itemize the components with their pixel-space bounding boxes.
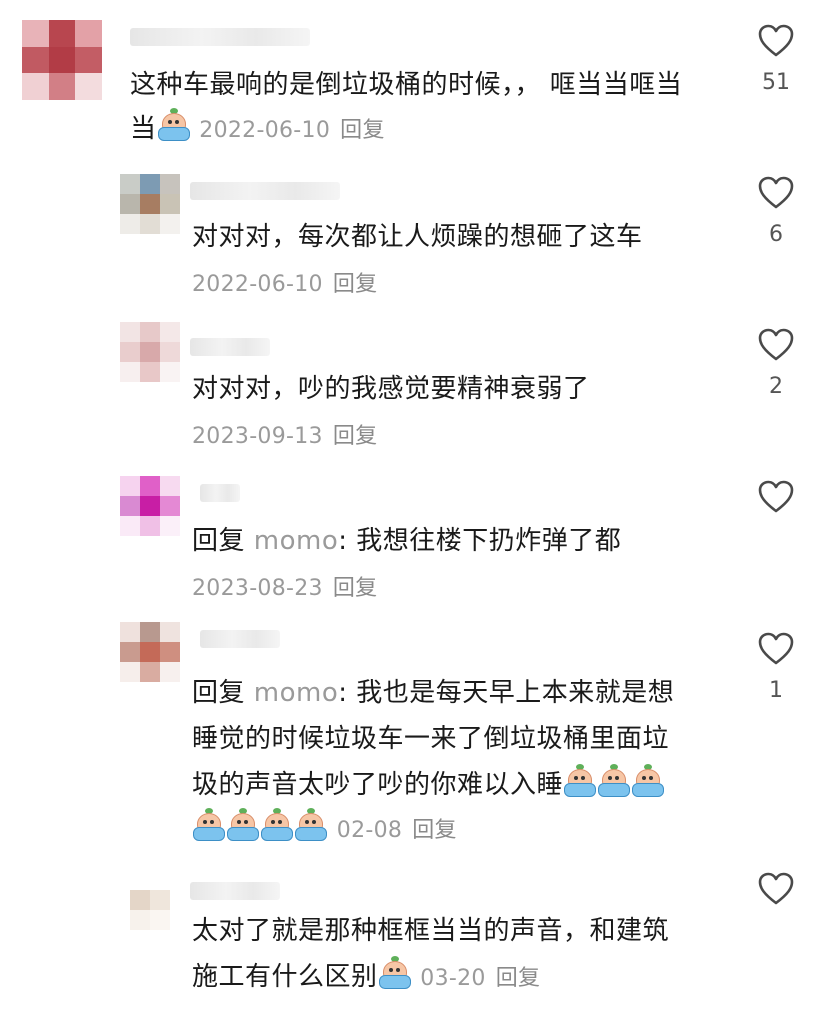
- comment-text: 对对对，每次都让人烦躁的想砸了这车: [192, 214, 643, 260]
- comment-item: 这种车最响的是倒垃圾桶的时候，， 哐当当哐当 当 2022-06-10 回复 51: [0, 0, 828, 160]
- crying-bath-emoji-icon: [378, 956, 411, 989]
- reply-button[interactable]: 回复: [333, 272, 378, 297]
- comment-date: 2023-09-13: [192, 424, 323, 449]
- reply-button[interactable]: 回复: [333, 576, 378, 601]
- reply-button[interactable]: 回复: [412, 818, 457, 843]
- crying-bath-emoji-icon: [563, 764, 597, 797]
- comment-meta: 2022-06-10 回复: [199, 118, 384, 143]
- crying-bath-emoji-icon: [192, 808, 225, 841]
- comment-text: 对对对，吵的我感觉要精神衰弱了: [192, 366, 590, 412]
- crying-bath-emoji-icon: [157, 108, 190, 141]
- avatar[interactable]: [120, 622, 180, 682]
- comment-date: 2023-08-23: [192, 576, 323, 601]
- comment-text: 太对了就是那种框框当当的声音，和建筑: [192, 908, 669, 954]
- comment-meta: 2023-09-13 回复: [192, 418, 377, 450]
- avatar[interactable]: [120, 476, 180, 536]
- comment-date: 2022-06-10: [199, 118, 331, 143]
- crying-bath-emoji-icon: [226, 808, 259, 841]
- comment-text: 回复 momo: 我也是每天早上本来就是想: [192, 670, 674, 716]
- comment-text-line: 这种车最响的是倒垃圾桶的时候，， 哐当当哐当: [130, 70, 683, 100]
- like-count: 2: [769, 374, 783, 399]
- crying-bath-emoji-icon: [597, 764, 631, 797]
- comment-text-line: : 我也是每天早上本来就是想: [338, 678, 675, 708]
- comment-meta: 2022-06-10 回复: [192, 266, 377, 298]
- heart-outline-icon[interactable]: [758, 24, 794, 58]
- like-count: 51: [762, 70, 790, 95]
- reply-button[interactable]: 回复: [496, 966, 541, 991]
- comment-text-line: 对对对，每次都让人烦躁的想砸了这车: [192, 222, 643, 252]
- comment-meta: 2023-08-23 回复: [192, 570, 377, 602]
- comment-text-line: 当: [130, 114, 157, 144]
- username-blurred[interactable]: [200, 630, 280, 648]
- comment-text-line: 睡觉的时候垃圾车一来了倒垃圾桶里面垃: [192, 724, 670, 754]
- username-blurred[interactable]: [190, 882, 280, 900]
- reply-item: 对对对，吵的我感觉要精神衰弱了 2023-09-13 回复 2: [0, 312, 828, 464]
- heart-outline-icon[interactable]: [758, 632, 794, 666]
- reply-prefix: 回复: [192, 678, 246, 708]
- crying-bath-emoji-icon: [260, 808, 293, 841]
- comment-text-line: 施工有什么区别: [192, 962, 378, 992]
- comment-text: 睡觉的时候垃圾车一来了倒垃圾桶里面垃: [192, 716, 669, 762]
- comment-date: 03-20: [420, 966, 486, 991]
- heart-outline-icon[interactable]: [758, 872, 794, 906]
- reply-item: 对对对，每次都让人烦躁的想砸了这车 2022-06-10 回复 6: [0, 160, 828, 312]
- reply-item: 回复 momo: 我想往楼下扔炸弹了都 2023-08-23 回复: [0, 464, 828, 616]
- reply-button[interactable]: 回复: [333, 424, 378, 449]
- like-count: 1: [769, 678, 783, 703]
- comment-text-meta-row: 当 2022-06-10 回复: [130, 106, 385, 154]
- comment-text: 回复 momo: 我想往楼下扔炸弹了都: [192, 518, 621, 564]
- comment-text-meta-row: 02-08 回复: [192, 806, 457, 854]
- avatar[interactable]: [120, 174, 180, 234]
- like-count: 6: [769, 222, 783, 247]
- avatar[interactable]: [130, 870, 190, 930]
- username-blurred[interactable]: [190, 338, 270, 356]
- heart-outline-icon[interactable]: [758, 176, 794, 210]
- avatar[interactable]: [22, 20, 102, 100]
- username-blurred[interactable]: [190, 182, 340, 200]
- comment-text: 这种车最响的是倒垃圾桶的时候，， 哐当当哐当: [130, 62, 682, 108]
- comment-text: 圾的声音太吵了吵的你难以入睡: [192, 762, 665, 808]
- comment-meta: 02-08 回复: [337, 818, 457, 843]
- comment-date: 02-08: [336, 818, 403, 843]
- comment-text-line: 对对对，吵的我感觉要精神衰弱了: [192, 374, 590, 404]
- crying-bath-emoji-icon: [294, 808, 327, 841]
- username-blurred[interactable]: [200, 484, 240, 502]
- mention-link[interactable]: momo: [254, 678, 338, 708]
- heart-outline-icon[interactable]: [758, 480, 794, 514]
- reply-button[interactable]: 回复: [340, 118, 385, 143]
- mention-link[interactable]: momo: [254, 526, 338, 556]
- comment-text-line: 太对了就是那种框框当当的声音，和建筑: [192, 916, 670, 946]
- reply-item: 太对了就是那种框框当当的声音，和建筑 施工有什么区别 03-20 回复: [0, 862, 828, 1012]
- avatar[interactable]: [120, 322, 180, 382]
- heart-outline-icon[interactable]: [758, 328, 794, 362]
- comment-date: 2022-06-10: [192, 272, 323, 297]
- comment-text-line: : 我想往楼下扔炸弹了都: [338, 526, 622, 556]
- crying-bath-emoji-icon: [631, 764, 665, 797]
- reply-item: 回复 momo: 我也是每天早上本来就是想 睡觉的时候垃圾车一来了倒垃圾桶里面垃…: [0, 616, 828, 856]
- comment-text-meta-row: 施工有什么区别 03-20 回复: [192, 954, 540, 1002]
- comment-meta: 03-20 回复: [420, 966, 540, 991]
- username-blurred[interactable]: [130, 28, 310, 46]
- reply-prefix: 回复: [192, 526, 246, 556]
- comment-text-line: 圾的声音太吵了吵的你难以入睡: [192, 770, 564, 800]
